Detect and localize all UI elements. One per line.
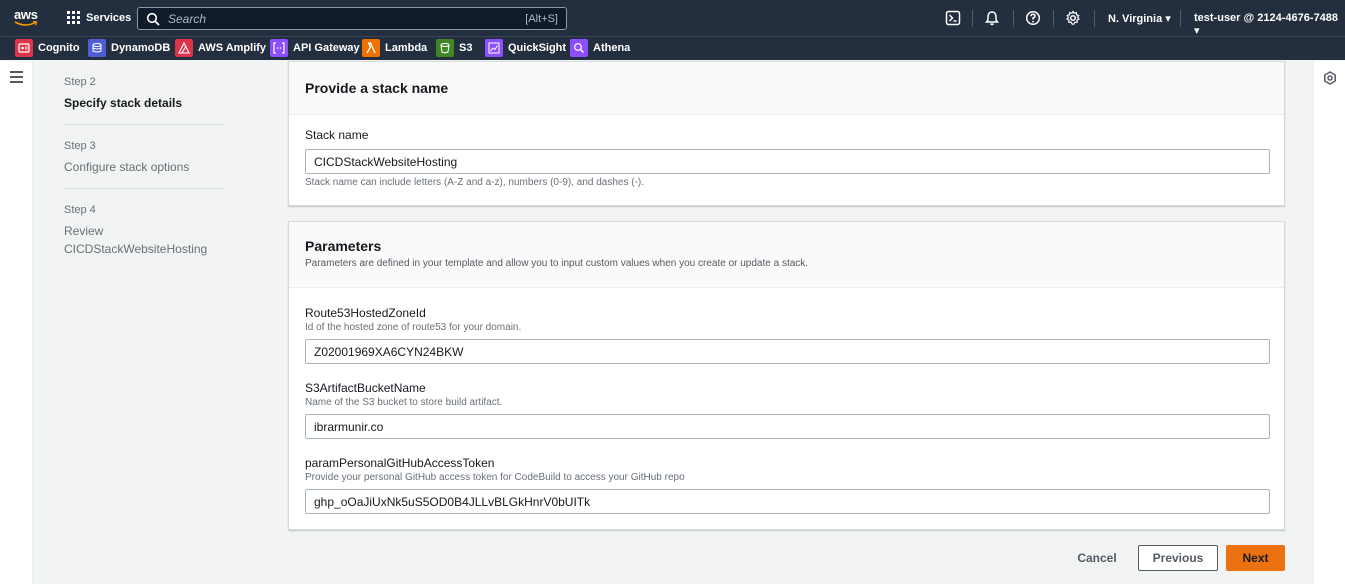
- dynamodb-icon: [88, 39, 106, 57]
- step-title: Configure stack options: [64, 160, 190, 174]
- favorite-cognito[interactable]: Cognito: [15, 39, 80, 57]
- parameter-field: paramPersonalGitHubAccessToken Provide y…: [305, 456, 1270, 514]
- region-selector[interactable]: N. Virginia ▾: [1108, 12, 1171, 25]
- right-rail: [1313, 61, 1345, 584]
- parameter-label: paramPersonalGitHubAccessToken: [305, 456, 495, 470]
- cognito-icon: [15, 39, 33, 57]
- favorite-label: Athena: [593, 42, 631, 54]
- aws-logo-text: aws: [14, 7, 38, 22]
- search-bar[interactable]: [Alt+S]: [137, 7, 567, 30]
- favorite-quicksight[interactable]: QuickSight: [485, 39, 566, 57]
- search-input[interactable]: [168, 11, 526, 26]
- previous-button[interactable]: Previous: [1138, 545, 1218, 571]
- parameters-panel-description: Parameters are defined in your template …: [305, 258, 809, 269]
- api-gateway-icon: [270, 39, 288, 57]
- favorite-label: API Gateway: [293, 42, 360, 54]
- favorite-label: Lambda: [385, 42, 428, 54]
- account-menu[interactable]: test-user @ 2124-4676-7488 ▾: [1194, 12, 1345, 37]
- stack-name-panel-title: Provide a stack name: [305, 80, 449, 96]
- stack-name-label: Stack name: [305, 128, 369, 142]
- parameter-label: S3ArtifactBucketName: [305, 381, 426, 395]
- step-subtitle: CICDStackWebsiteHosting: [64, 242, 208, 256]
- stack-name-hint: Stack name can include letters (A-Z and …: [305, 177, 645, 188]
- favorite-label: QuickSight: [508, 42, 567, 54]
- step-number: Step 4: [64, 204, 96, 216]
- help-icon[interactable]: [1025, 10, 1041, 26]
- favorite-label: DynamoDB: [111, 42, 171, 54]
- stack-name-panel: Provide a stack name Stack name Stack na…: [288, 61, 1285, 206]
- menu-icon[interactable]: [10, 71, 23, 83]
- parameter-label: Route53HostedZoneId: [305, 306, 426, 320]
- cloudshell-icon[interactable]: [945, 10, 961, 26]
- parameters-panel: Parameters Parameters are defined in you…: [288, 221, 1285, 530]
- left-rail: [0, 61, 33, 584]
- cancel-button[interactable]: Cancel: [1064, 545, 1130, 571]
- s3-artifact-bucket-name-input[interactable]: [305, 414, 1270, 439]
- step-number: Step 2: [64, 76, 96, 88]
- next-button[interactable]: Next: [1226, 545, 1285, 571]
- parameter-description: Name of the S3 bucket to store build art…: [305, 397, 503, 408]
- step-title: Review: [64, 224, 104, 238]
- parameter-description: Provide your personal GitHub access toke…: [305, 472, 685, 483]
- search-icon: [146, 12, 160, 26]
- quicksight-icon: [485, 39, 503, 57]
- services-menu[interactable]: Services: [67, 11, 131, 24]
- gear-icon[interactable]: [1065, 10, 1081, 26]
- athena-icon: [570, 39, 588, 57]
- step-number: Step 3: [64, 140, 96, 152]
- info-panel-icon[interactable]: [1323, 71, 1337, 85]
- aws-logo[interactable]: aws: [14, 8, 42, 30]
- favorite-lambda[interactable]: Lambda: [362, 39, 427, 57]
- services-label: Services: [86, 11, 132, 24]
- search-shortcut: [Alt+S]: [525, 12, 558, 25]
- favorite-label: AWS Amplify: [198, 42, 267, 54]
- wizard-step[interactable]: Step 4 Review CICDStackWebsiteHosting: [64, 189, 224, 270]
- stack-name-panel-body: Stack name Stack name can include letter…: [289, 115, 1284, 188]
- favorite-aws-amplify[interactable]: AWS Amplify: [175, 39, 266, 57]
- favorite-s3[interactable]: S3: [436, 39, 472, 57]
- favorite-api-gateway[interactable]: API Gateway: [270, 39, 360, 57]
- parameter-field: Route53HostedZoneId Id of the hosted zon…: [305, 306, 1270, 364]
- favorite-label: Cognito: [38, 42, 80, 54]
- lambda-icon: [362, 39, 380, 57]
- parameters-panel-header: Parameters Parameters are defined in you…: [289, 222, 1284, 288]
- wizard-step[interactable]: Step 2 Specify stack details: [64, 61, 224, 125]
- top-navigation: aws Services [Alt+S]: [0, 0, 1345, 37]
- stack-name-panel-header: Provide a stack name: [289, 62, 1284, 115]
- nav-divider: [972, 10, 973, 27]
- parameter-field: S3ArtifactBucketName Name of the S3 buck…: [305, 381, 1270, 439]
- nav-divider: [1180, 10, 1181, 27]
- nav-divider: [1053, 10, 1054, 27]
- stack-name-input[interactable]: [305, 149, 1270, 174]
- services-grid-icon: [67, 11, 80, 24]
- nav-divider: [1094, 10, 1095, 27]
- wizard-step[interactable]: Step 3 Configure stack options: [64, 125, 224, 189]
- favorite-dynamodb[interactable]: DynamoDB: [88, 39, 170, 57]
- parameters-panel-title: Parameters: [305, 238, 382, 254]
- favorite-label: S3: [459, 42, 473, 54]
- amplify-icon: [175, 39, 193, 57]
- parameter-description: Id of the hosted zone of route53 for you…: [305, 322, 522, 333]
- favorites-bar: Cognito DynamoDB AWS Amplify API Gateway…: [0, 36, 1345, 60]
- step-title: Specify stack details: [64, 96, 183, 110]
- nav-divider: [1013, 10, 1014, 27]
- parameters-panel-body: Route53HostedZoneId Id of the hosted zon…: [289, 288, 1284, 514]
- bell-icon[interactable]: [984, 10, 1000, 26]
- s3-icon: [436, 39, 454, 57]
- favorite-athena[interactable]: Athena: [570, 39, 630, 57]
- github-access-token-input[interactable]: [305, 489, 1270, 514]
- wizard-steps: Step 2 Specify stack details Step 3 Conf…: [64, 61, 224, 270]
- route53-hosted-zone-id-input[interactable]: [305, 339, 1270, 364]
